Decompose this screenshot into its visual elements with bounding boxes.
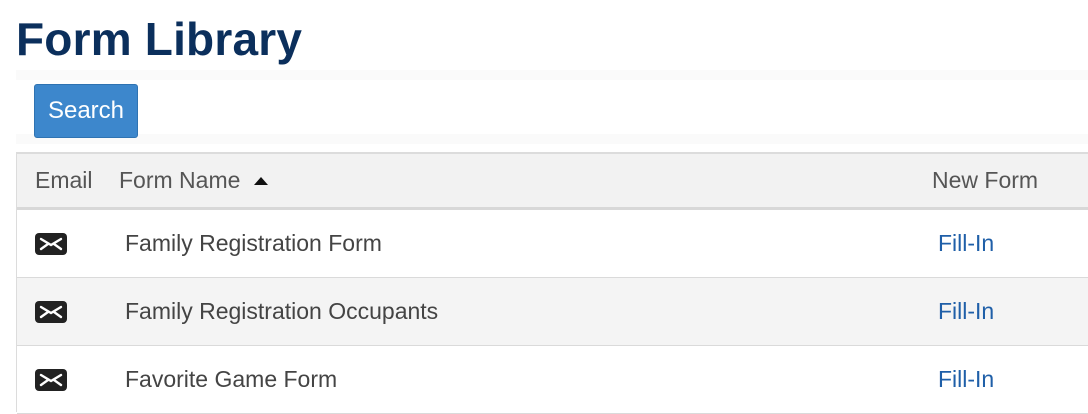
table-row: Family Registration Form Fill-In <box>17 210 1088 278</box>
fill-in-link[interactable]: Fill-In <box>938 298 994 325</box>
column-header-form-name-label: Form Name <box>119 167 241 193</box>
mail-icon[interactable] <box>35 232 67 255</box>
mail-icon[interactable] <box>35 368 67 391</box>
search-button[interactable]: Search <box>34 84 138 138</box>
new-form-cell: Fill-In <box>938 278 994 345</box>
column-header-new-form[interactable]: New Form <box>932 154 1038 207</box>
mail-icon[interactable] <box>35 300 67 323</box>
search-bar: Search <box>16 70 1088 144</box>
email-cell <box>35 278 67 345</box>
table-row: Family Registration Occupants Fill-In <box>17 278 1088 346</box>
fill-in-link[interactable]: Fill-In <box>938 230 994 257</box>
form-name-cell: Family Registration Occupants <box>125 298 439 324</box>
form-name-cell: Favorite Game Form <box>125 366 338 392</box>
table-row: Favorite Game Form Fill-In <box>17 346 1088 414</box>
table-header-row: Email Form Name New Form <box>17 154 1088 210</box>
column-header-form-name[interactable]: Form Name <box>119 154 269 207</box>
email-cell <box>35 346 67 413</box>
new-form-cell: Fill-In <box>938 346 994 413</box>
page-title: Form Library <box>16 13 303 65</box>
new-form-cell: Fill-In <box>938 210 994 277</box>
forms-table: Email Form Name New Form Family Registra… <box>16 152 1088 414</box>
form-name-cell: Family Registration Form <box>125 230 382 256</box>
search-bar-inner: Search <box>16 80 1088 138</box>
sort-ascending-icon[interactable] <box>254 176 269 185</box>
email-cell <box>35 210 67 277</box>
column-header-email[interactable]: Email <box>35 154 93 207</box>
fill-in-link[interactable]: Fill-In <box>938 366 994 393</box>
